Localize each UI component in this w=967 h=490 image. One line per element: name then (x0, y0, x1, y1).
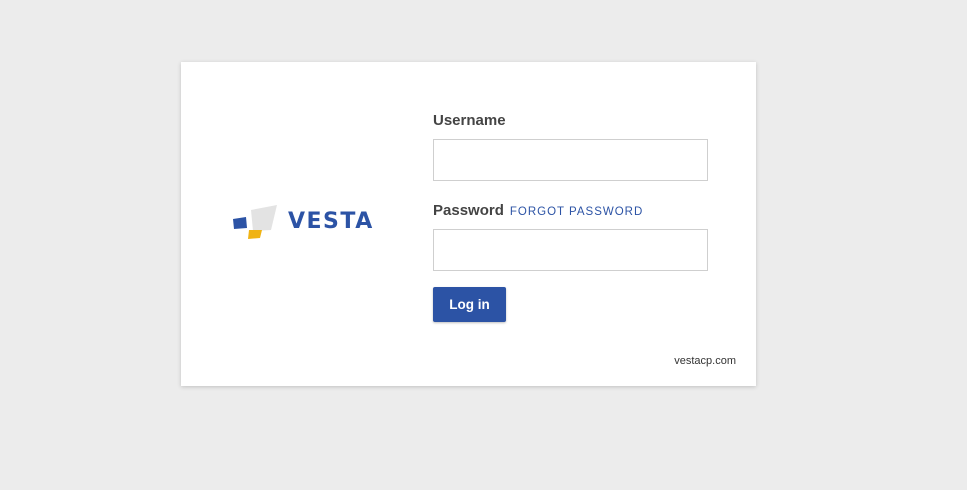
login-button[interactable]: Log in (433, 287, 506, 322)
vesta-logo: VESTA (231, 204, 396, 244)
username-label: Username (433, 112, 506, 129)
forgot-password-link[interactable]: FORGOT PASSWORD (510, 206, 643, 218)
password-label-row: Password FORGOT PASSWORD (433, 202, 713, 219)
password-label: Password (433, 202, 504, 219)
vestacp-link[interactable]: vestacp.com (674, 355, 736, 367)
password-input[interactable] (433, 229, 708, 271)
username-input[interactable] (433, 139, 708, 181)
vesta-logo-icon (233, 205, 277, 239)
login-form: Username Password FORGOT PASSWORD Log in (433, 112, 713, 322)
login-card: VESTA Username Password FORGOT PASSWORD … (181, 62, 756, 386)
logo-text: VESTA (288, 209, 374, 234)
